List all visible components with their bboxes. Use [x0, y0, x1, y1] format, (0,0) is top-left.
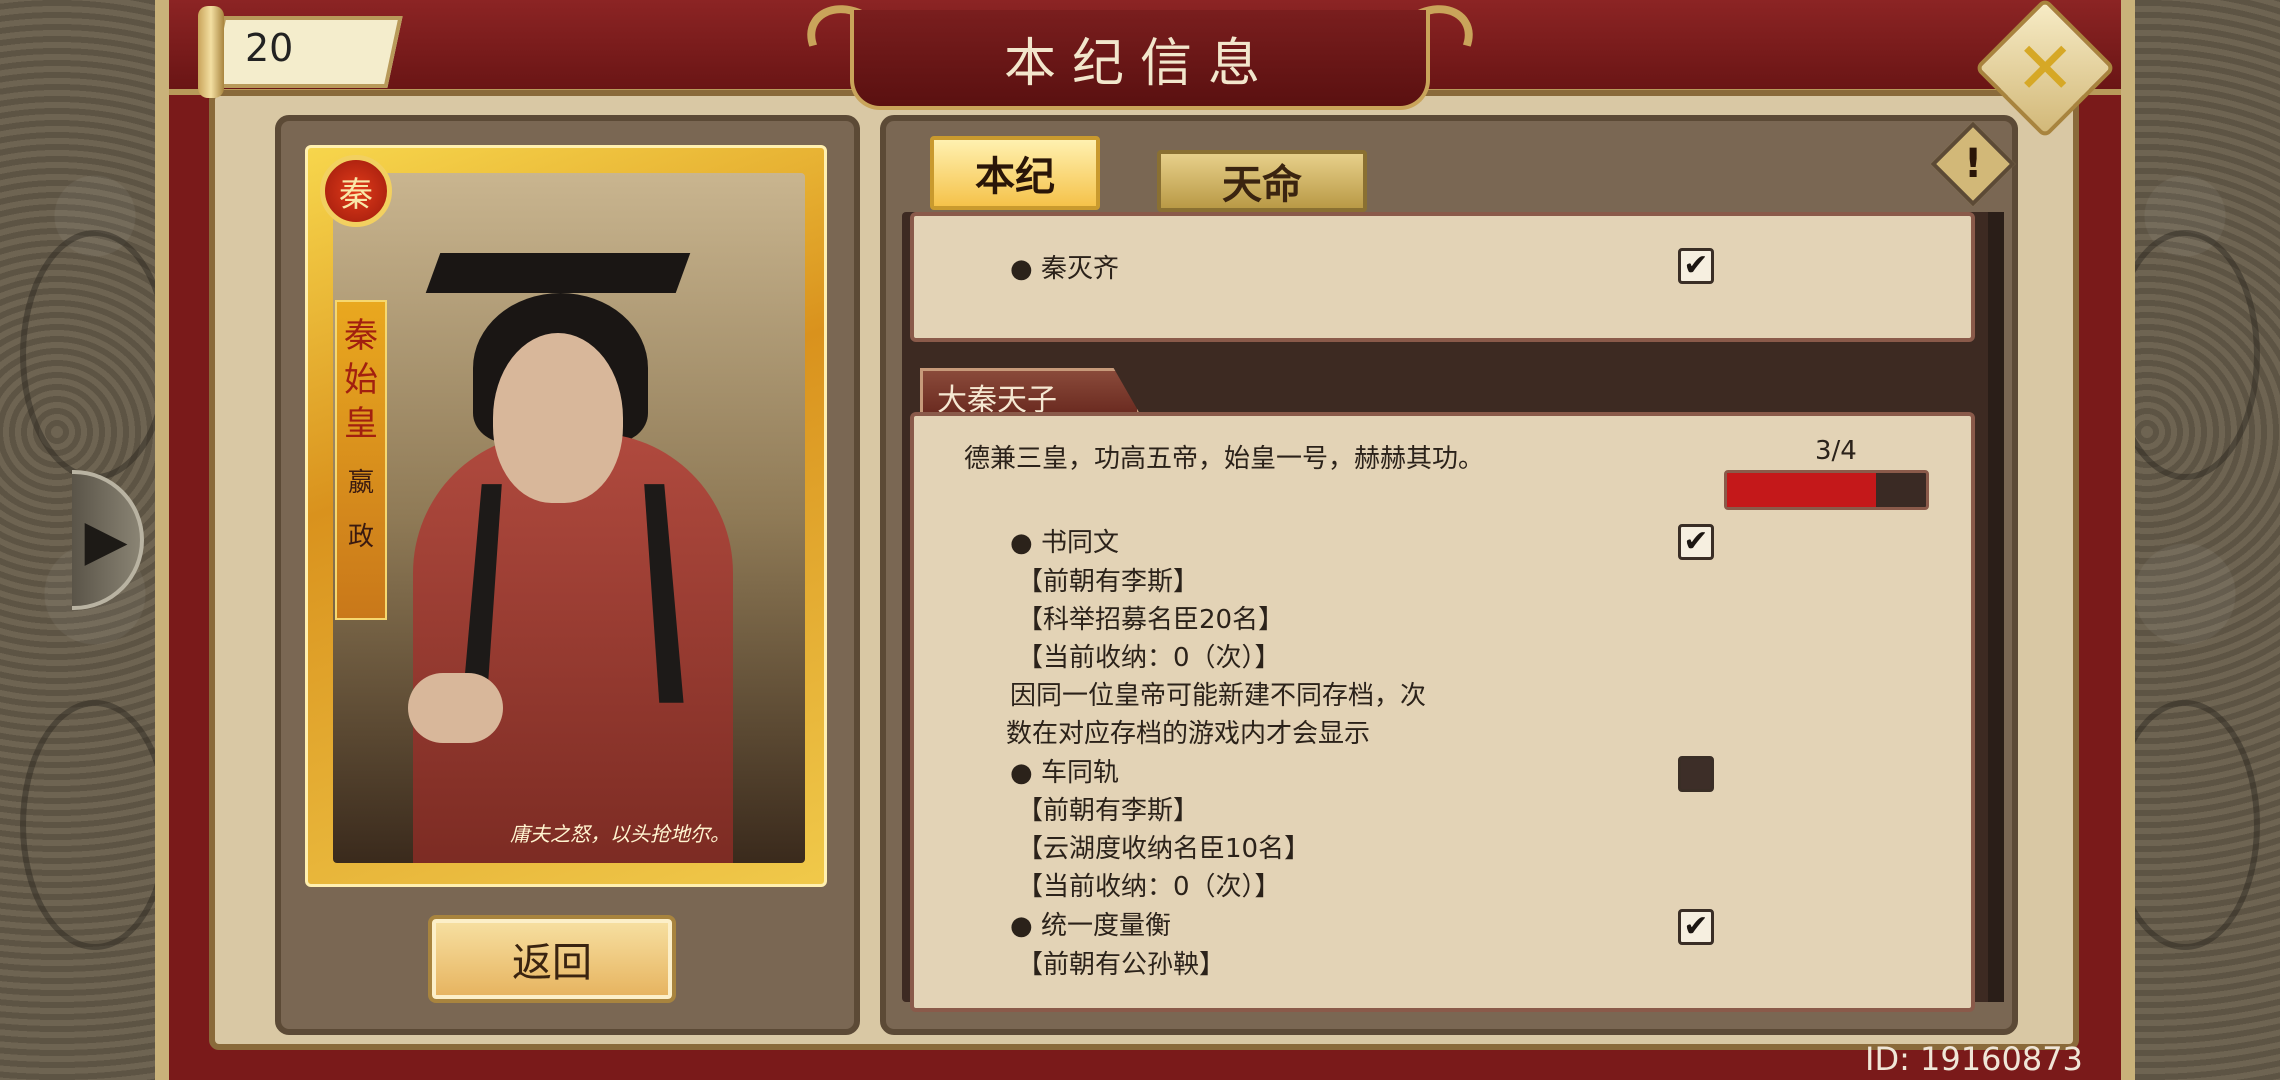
- level-value: 20: [245, 26, 294, 70]
- given-name-char: 政: [347, 522, 374, 552]
- check-icon: ✔: [1683, 909, 1709, 944]
- scroll-roll-icon: [198, 6, 224, 98]
- tab-benji[interactable]: 本纪: [930, 136, 1100, 210]
- task-detail: 【当前收纳：0（次）】: [1017, 872, 1281, 902]
- title-char: 始: [344, 360, 378, 400]
- given-name-char: 嬴: [347, 468, 374, 498]
- play-arrow-icon: ▶: [84, 507, 128, 573]
- level-badge: [207, 16, 403, 88]
- task-note: 数在对应存档的游戏内才会显示: [1006, 719, 1371, 749]
- title-plate: 本纪信息: [850, 10, 1430, 110]
- task-name: ● 统一度量衡: [1010, 911, 1171, 941]
- task-checkbox: [1678, 756, 1714, 792]
- tab-tianming[interactable]: 天命: [1157, 150, 1367, 212]
- task-note: 因同一位皇帝可能新建不同存档，次: [1010, 681, 1427, 711]
- progress-fill: [1727, 473, 1877, 507]
- task-detail: 【前朝有李斯】: [1017, 567, 1200, 597]
- close-icon: ✕: [2014, 25, 2076, 110]
- task-name: ● 书同文: [1010, 528, 1119, 558]
- task-detail: 【科举招募名臣20名】: [1017, 605, 1285, 635]
- page-title: 本纪信息: [1003, 33, 1276, 94]
- card-quote: 庸夫之怒，以头抢地尔。: [510, 822, 730, 846]
- task-detail: 【前朝有李斯】: [1017, 796, 1200, 826]
- task-checkbox: ✔: [1678, 909, 1714, 945]
- progress-bar: [1724, 470, 1929, 510]
- task-checkbox: ✔: [1678, 248, 1714, 284]
- back-button[interactable]: 返回: [428, 915, 676, 1003]
- dragon-pattern-icon: [20, 230, 170, 480]
- task-detail: 【前朝有公孙鞅】: [1017, 950, 1226, 980]
- warning-icon: !: [1963, 141, 1983, 187]
- task-checkbox: ✔: [1678, 524, 1714, 560]
- task-name: ● 车同轨: [1010, 758, 1119, 788]
- check-icon: ✔: [1683, 524, 1709, 559]
- title-char: 秦: [344, 316, 378, 356]
- player-id: ID: 19160873: [1865, 1040, 2083, 1078]
- emperor-portrait: [333, 173, 805, 863]
- name-ribbon: 秦 始 皇 嬴 政: [335, 300, 387, 620]
- section-title: 大秦天子: [920, 368, 1140, 414]
- check-icon: ✔: [1683, 248, 1709, 283]
- section-description: 德兼三皇，功高五帝，始皇一号，赫赫其功。: [964, 444, 1485, 474]
- title-char: 皇: [344, 404, 378, 444]
- task-detail: 【当前收纳：0（次）】: [1017, 643, 1281, 673]
- dragon-pattern-icon: [20, 700, 170, 950]
- task-detail: 【云湖度收纳名臣10名】: [1017, 834, 1311, 864]
- progress-text: 3/4: [1815, 436, 1857, 466]
- dynasty-seal-icon: 秦: [320, 155, 392, 227]
- scrollbar[interactable]: [1988, 212, 2004, 1002]
- task-name: ● 秦灭齐: [1010, 254, 1119, 284]
